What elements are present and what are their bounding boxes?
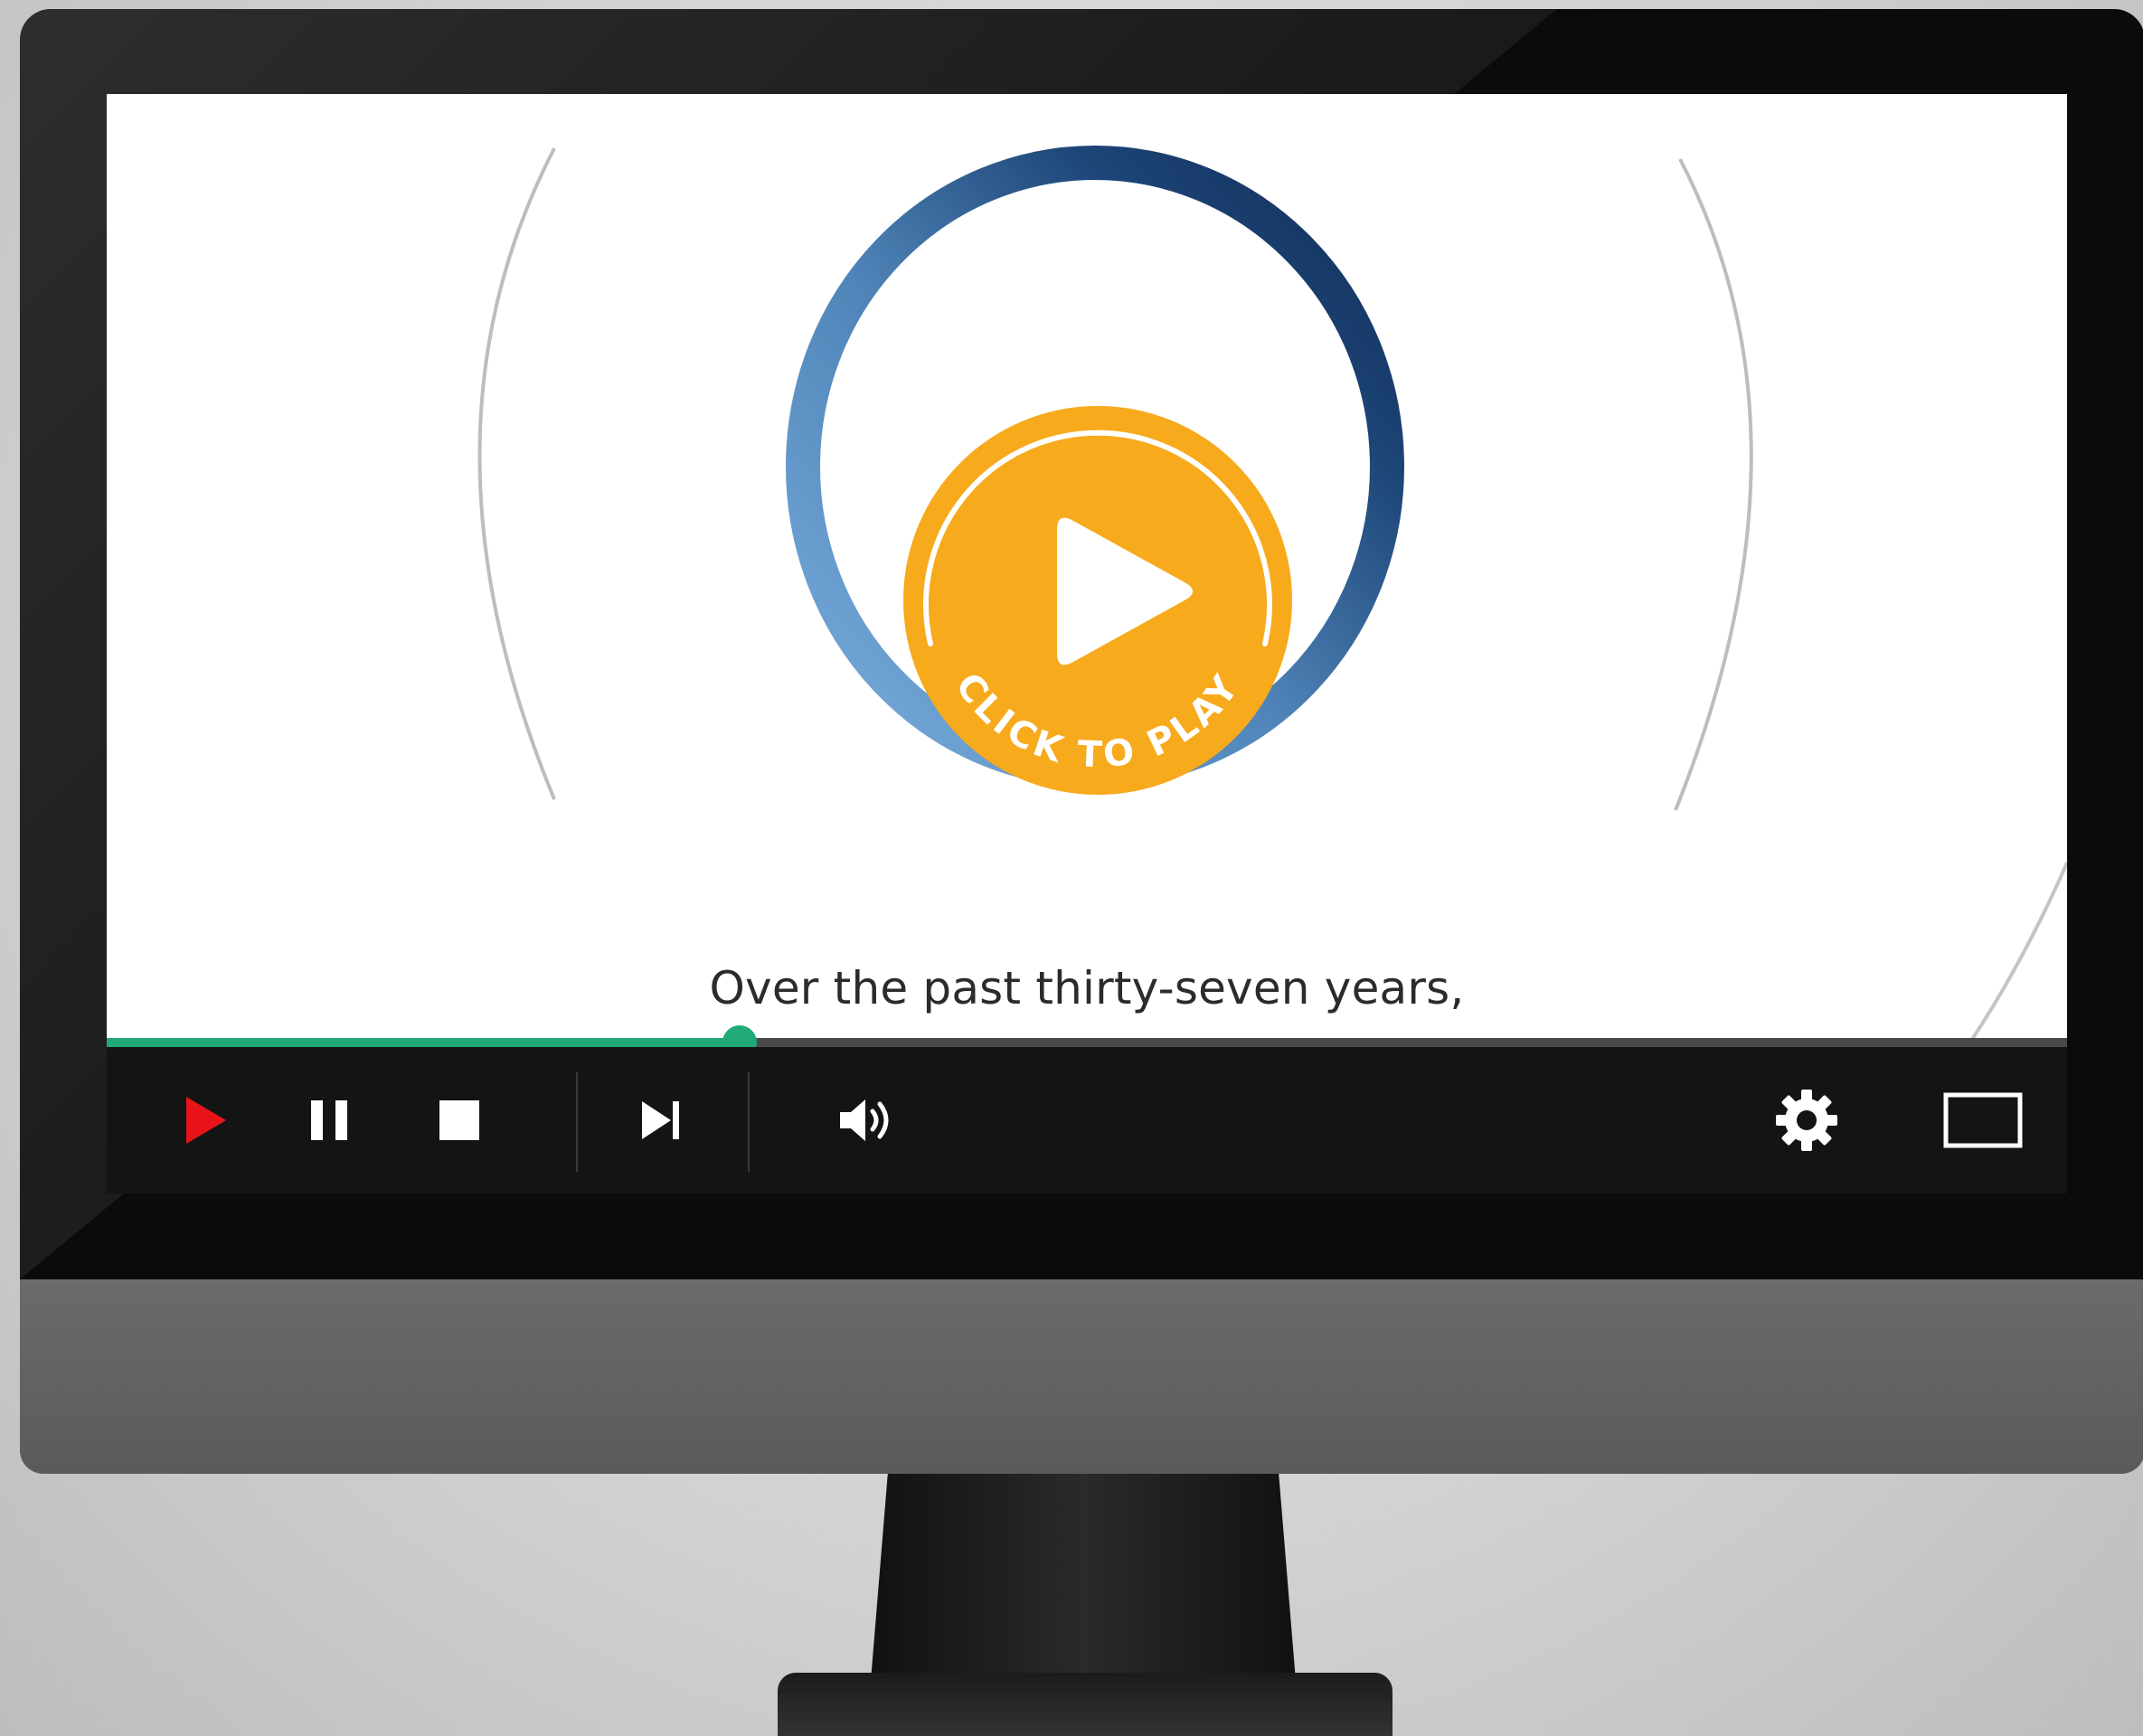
pause-icon <box>311 1100 347 1140</box>
control-divider <box>748 1072 750 1172</box>
stop-button[interactable] <box>414 1047 505 1194</box>
volume-icon <box>840 1099 889 1141</box>
monitor-chin <box>20 1279 2143 1474</box>
player-control-bar <box>107 1047 2067 1194</box>
pause-button[interactable] <box>284 1047 374 1194</box>
subtitle-caption: Over the past thirty-seven years, <box>709 962 1465 1014</box>
video-screen[interactable]: Over the past thirty-seven years, CLICK … <box>107 94 2067 1194</box>
theater-mode-icon <box>1943 1092 2023 1148</box>
volume-button[interactable] <box>814 1047 922 1194</box>
sound-wave-left-arc <box>477 147 556 800</box>
skip-next-button[interactable] <box>616 1047 706 1194</box>
theater-mode-button[interactable] <box>1920 1047 2046 1194</box>
play-button[interactable] <box>161 1047 251 1194</box>
sound-wave-right-arc <box>1674 158 1753 811</box>
skip-next-icon <box>642 1101 679 1139</box>
progress-bar-fill <box>107 1038 741 1047</box>
monitor-stand-base <box>778 1673 1392 1736</box>
control-divider <box>576 1072 578 1172</box>
play-icon <box>186 1097 226 1144</box>
click-to-play-button[interactable]: CLICK TO PLAY <box>890 392 1306 808</box>
sound-wave-outer-arc <box>1968 862 2067 1045</box>
progress-bar[interactable] <box>107 1025 2067 1060</box>
settings-button[interactable] <box>1752 1047 1861 1194</box>
settings-gear-icon <box>1776 1090 1837 1151</box>
stop-icon <box>439 1100 479 1140</box>
